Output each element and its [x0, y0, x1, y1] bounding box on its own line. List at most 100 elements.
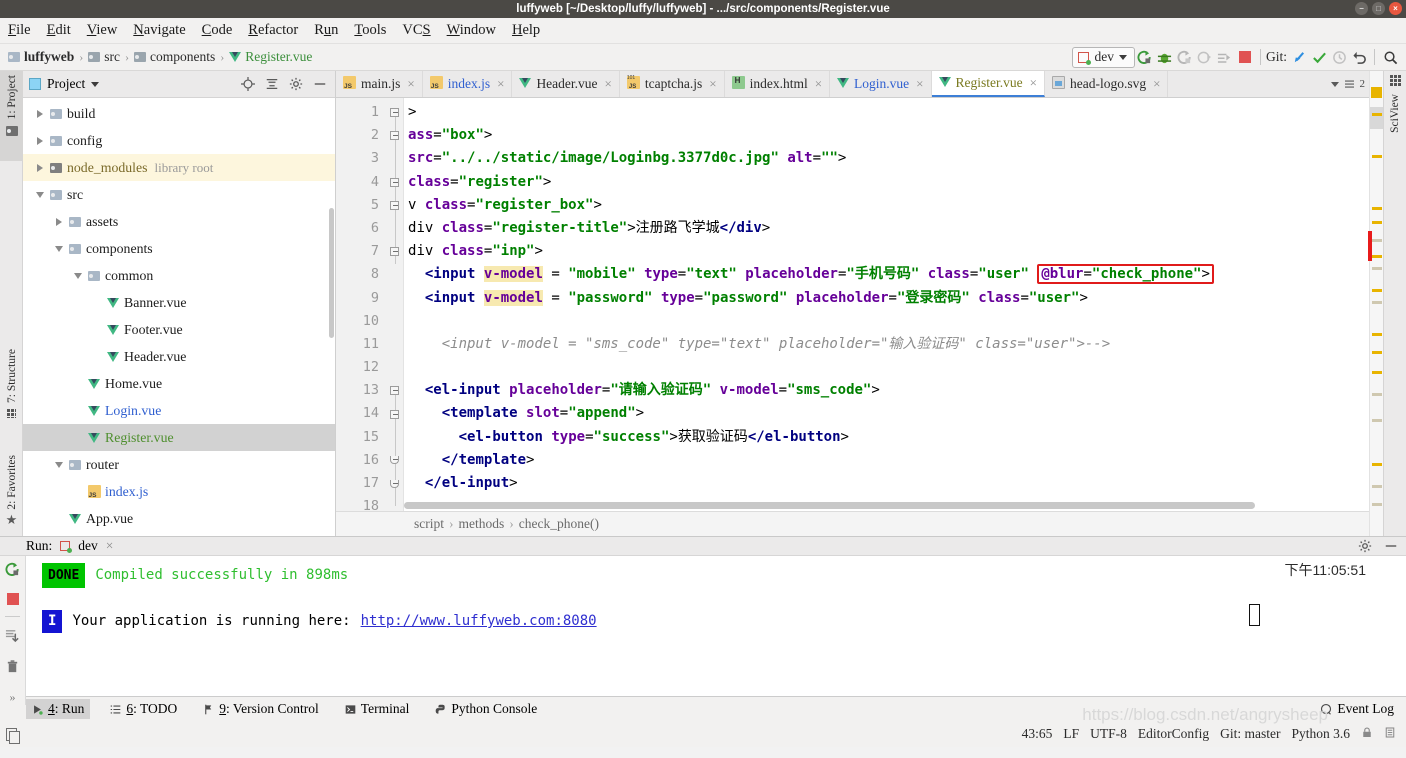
fold-collapse-icon[interactable] [390, 200, 399, 210]
gear-icon[interactable] [1356, 537, 1374, 555]
tree-node[interactable]: Header.vue [23, 343, 335, 370]
code-line[interactable] [404, 356, 1369, 379]
memory-indicator-icon[interactable] [1384, 726, 1396, 743]
tree-node[interactable]: src [23, 181, 335, 208]
collapse-all-icon[interactable] [263, 75, 281, 93]
tab-close-icon[interactable]: × [916, 76, 923, 92]
code-line[interactable]: class="register"> [404, 171, 1369, 194]
code-line[interactable]: <input v-model = "password" type="passwo… [404, 287, 1369, 310]
tab-close-icon[interactable]: × [605, 76, 612, 92]
breadcrumb-check-phone[interactable]: check_phone() [519, 516, 599, 532]
menu-item-file[interactable]: File [8, 22, 31, 39]
code-line[interactable] [404, 310, 1369, 333]
lock-icon[interactable] [1361, 726, 1373, 743]
tree-node[interactable]: index.js [23, 478, 335, 505]
code-line[interactable]: src="../../static/image/Loginbg.3377d0c.… [404, 147, 1369, 170]
tab-close-icon[interactable]: × [407, 76, 414, 92]
code-editor[interactable]: 1 2 3 4 5 6 7 8 9 10 11 12 13 14 15 16 17 18 > ass="box"> s… [336, 98, 1369, 511]
code-line[interactable]: <el-button type="success">获取验证码</el-butt… [404, 426, 1369, 449]
breadcrumb-src[interactable]: src [86, 49, 122, 65]
editorconfig-status[interactable]: EditorConfig [1138, 726, 1209, 742]
close-button[interactable]: × [1389, 2, 1402, 15]
chevron-down-icon[interactable] [71, 272, 85, 279]
horizontal-scrollbar[interactable] [404, 502, 1329, 509]
tree-node[interactable]: Footer.vue [23, 316, 335, 343]
chevron-down-icon[interactable] [52, 461, 66, 468]
code-line[interactable]: div class="register-title">注册路飞学城</div> [404, 217, 1369, 240]
menu-item-vcs[interactable]: VCS [402, 22, 430, 39]
code-content[interactable]: > ass="box"> src="../../static/image/Login… [404, 98, 1369, 511]
tree-node[interactable]: common [23, 262, 335, 289]
menu-item-navigate[interactable]: Navigate [133, 22, 185, 39]
maximize-button[interactable]: □ [1372, 2, 1385, 15]
code-line[interactable]: <template slot="append"> [404, 402, 1369, 425]
app-url-link[interactable]: http://www.luffyweb.com:8080 [361, 610, 597, 633]
breadcrumb-components[interactable]: components [132, 49, 217, 65]
breadcrumb-register-vue[interactable]: Register.vue [227, 49, 314, 65]
stop-button[interactable] [1235, 46, 1255, 68]
run-configuration-selector[interactable]: dev [1072, 46, 1135, 68]
tree-node[interactable]: config [23, 127, 335, 154]
editor-tab[interactable]: index.js × [423, 71, 513, 97]
tab-close-icon[interactable]: × [815, 76, 822, 92]
chevron-right-icon[interactable] [52, 217, 66, 226]
menu-item-view[interactable]: View [87, 22, 118, 39]
code-folding-gutter[interactable] [386, 98, 404, 511]
code-line[interactable]: v class="register_box"> [404, 194, 1369, 217]
menu-item-help[interactable]: Help [512, 22, 540, 39]
hide-icon[interactable] [1382, 537, 1400, 555]
python-interpreter[interactable]: Python 3.6 [1291, 726, 1350, 742]
fold-collapse-icon[interactable] [390, 456, 399, 465]
tab-close-icon[interactable]: × [497, 76, 504, 92]
tree-node[interactable]: node_modules library root [23, 154, 335, 181]
tab-overflow-control[interactable]: 2 [1330, 71, 1370, 97]
hide-icon[interactable] [311, 75, 329, 93]
menu-item-run[interactable]: Run [314, 22, 338, 39]
more-icon[interactable]: » [10, 690, 16, 705]
tree-node[interactable]: Home.vue [23, 370, 335, 397]
tree-node[interactable]: App.vue [23, 505, 335, 532]
code-line[interactable]: ass="box"> [404, 124, 1369, 147]
menu-item-refactor[interactable]: Refactor [248, 22, 298, 39]
tab-close-icon[interactable]: × [1030, 75, 1037, 91]
chevron-down-icon[interactable] [52, 245, 66, 252]
code-line[interactable]: div class="inp"> [404, 240, 1369, 263]
search-everywhere-button[interactable] [1380, 46, 1400, 68]
locate-icon[interactable] [239, 75, 257, 93]
menu-item-tools[interactable]: Tools [354, 22, 386, 39]
breadcrumb-luffyweb[interactable]: luffyweb [6, 49, 76, 65]
line-separator[interactable]: LF [1063, 726, 1079, 742]
fold-collapse-icon[interactable] [390, 177, 399, 187]
editor-tab[interactable]: Login.vue × [830, 71, 932, 97]
fold-collapse-icon[interactable] [390, 479, 399, 488]
tree-node[interactable]: router [23, 451, 335, 478]
caret-position[interactable]: 43:65 [1022, 726, 1053, 742]
breadcrumb-script[interactable]: script [414, 516, 444, 532]
chevron-right-icon[interactable] [33, 163, 47, 172]
minimize-button[interactable]: − [1355, 2, 1368, 15]
fold-collapse-icon[interactable] [390, 108, 399, 118]
stop-icon[interactable] [6, 593, 19, 605]
trash-icon[interactable] [5, 659, 20, 679]
git-commit-button[interactable] [1309, 46, 1329, 68]
run-with-coverage-button[interactable] [1175, 46, 1195, 68]
code-line[interactable]: <input v-model = "sms_code" type="text" … [404, 333, 1369, 356]
profile-button[interactable] [1195, 46, 1215, 68]
project-tree[interactable]: build config node_modules library root src as… [23, 98, 335, 536]
debug-button[interactable] [1155, 46, 1175, 68]
code-line[interactable]: <input v-model = "mobile" type="text" pl… [404, 263, 1369, 286]
code-line[interactable]: </template> [404, 449, 1369, 472]
fold-collapse-icon[interactable] [390, 131, 399, 141]
git-history-button[interactable] [1329, 46, 1349, 68]
editor-tab[interactable]: Header.vue × [512, 71, 620, 97]
fold-collapse-icon[interactable] [390, 386, 399, 396]
tab-close-icon[interactable]: × [1153, 76, 1160, 92]
chevron-down-icon[interactable] [33, 191, 47, 198]
chevron-right-icon[interactable] [33, 136, 47, 145]
editor-tab[interactable]: tcaptcha.js × [620, 71, 725, 97]
git-update-button[interactable] [1289, 46, 1309, 68]
document-icon[interactable] [6, 727, 20, 744]
menu-item-edit[interactable]: Edit [47, 22, 71, 39]
tree-node[interactable]: components [23, 235, 335, 262]
code-line[interactable]: <el-input placeholder="请输入验证码" v-model="… [404, 379, 1369, 402]
